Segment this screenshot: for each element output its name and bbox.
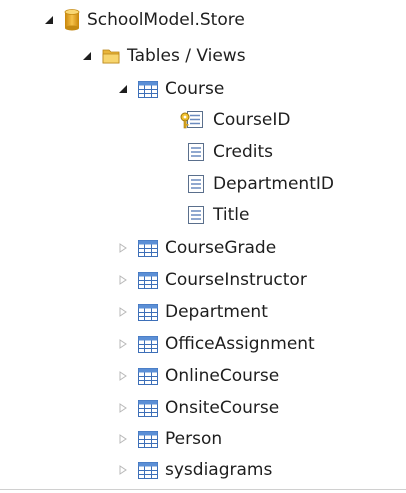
tree-node-label: sysdiagrams — [165, 460, 273, 480]
tree-node-table-onlinecourse[interactable]: OnlineCourse — [116, 362, 279, 390]
tree-node-label: CourseGrade — [165, 238, 277, 258]
collapsed-arrow-icon[interactable] — [116, 432, 130, 446]
tree-node-table-officeassignment[interactable]: OfficeAssignment — [116, 330, 315, 358]
table-icon — [138, 399, 158, 417]
collapsed-arrow-icon[interactable] — [116, 305, 130, 319]
tree-node-table-courseinstructor[interactable]: CourseInstructor — [116, 266, 307, 294]
tree-node-label: OfficeAssignment — [165, 334, 315, 354]
tree-node-table-course[interactable]: Course — [116, 75, 224, 103]
table-icon — [138, 367, 158, 385]
column-icon — [186, 142, 206, 162]
tree-node-table-coursegrade[interactable]: CourseGrade — [116, 234, 276, 262]
table-icon — [138, 303, 158, 321]
column-icon — [186, 205, 206, 225]
table-icon — [138, 80, 158, 98]
tree-node-table-onsitecourse[interactable]: OnsiteCourse — [116, 394, 279, 422]
tree-node-label: OnsiteCourse — [165, 398, 280, 418]
panel-bottom-border — [0, 489, 406, 490]
collapsed-arrow-icon[interactable] — [116, 401, 130, 415]
tree-node-label: Person — [165, 429, 223, 449]
key-column-icon — [180, 110, 206, 130]
tree-node-column-title[interactable]: Title — [186, 201, 249, 229]
table-icon — [138, 430, 158, 448]
table-icon — [138, 239, 158, 257]
table-icon — [138, 461, 158, 479]
folder-icon — [102, 48, 120, 64]
tree-node-label: Department — [165, 302, 268, 322]
expanded-arrow-icon[interactable] — [80, 49, 94, 63]
tree-node-table-person[interactable]: Person — [116, 425, 222, 453]
tree-node-label: SchoolModel.Store — [87, 10, 245, 30]
tree-node-label: CourseID — [213, 110, 291, 130]
expanded-arrow-icon[interactable] — [116, 82, 130, 96]
collapsed-arrow-icon[interactable] — [116, 463, 130, 477]
database-icon — [64, 9, 80, 31]
tree-node-label: Credits — [213, 142, 273, 162]
table-icon — [138, 335, 158, 353]
tree-node-label: OnlineCourse — [165, 366, 280, 386]
collapsed-arrow-icon[interactable] — [116, 337, 130, 351]
collapsed-arrow-icon[interactable] — [116, 273, 130, 287]
tree-node-label: Tables / Views — [127, 46, 246, 66]
expanded-arrow-icon[interactable] — [42, 13, 56, 27]
tree-node-label: Course — [165, 79, 225, 99]
tree-node-tables-views[interactable]: Tables / Views — [80, 42, 246, 70]
table-icon — [138, 271, 158, 289]
column-icon — [186, 174, 206, 194]
tree-node-root[interactable]: SchoolModel.Store — [42, 6, 245, 34]
collapsed-arrow-icon[interactable] — [116, 241, 130, 255]
schema-tree: SchoolModel.Store Tables / Views Course … — [0, 0, 406, 493]
tree-node-table-department[interactable]: Department — [116, 298, 268, 326]
tree-node-label: Title — [213, 205, 250, 225]
tree-node-label: DepartmentID — [213, 174, 334, 194]
tree-node-column-courseid[interactable]: CourseID — [180, 106, 290, 134]
collapsed-arrow-icon[interactable] — [116, 369, 130, 383]
tree-node-column-departmentid[interactable]: DepartmentID — [186, 170, 334, 198]
tree-node-table-sysdiagrams[interactable]: sysdiagrams — [116, 456, 272, 484]
tree-node-label: CourseInstructor — [165, 270, 307, 290]
tree-node-column-credits[interactable]: Credits — [186, 138, 273, 166]
